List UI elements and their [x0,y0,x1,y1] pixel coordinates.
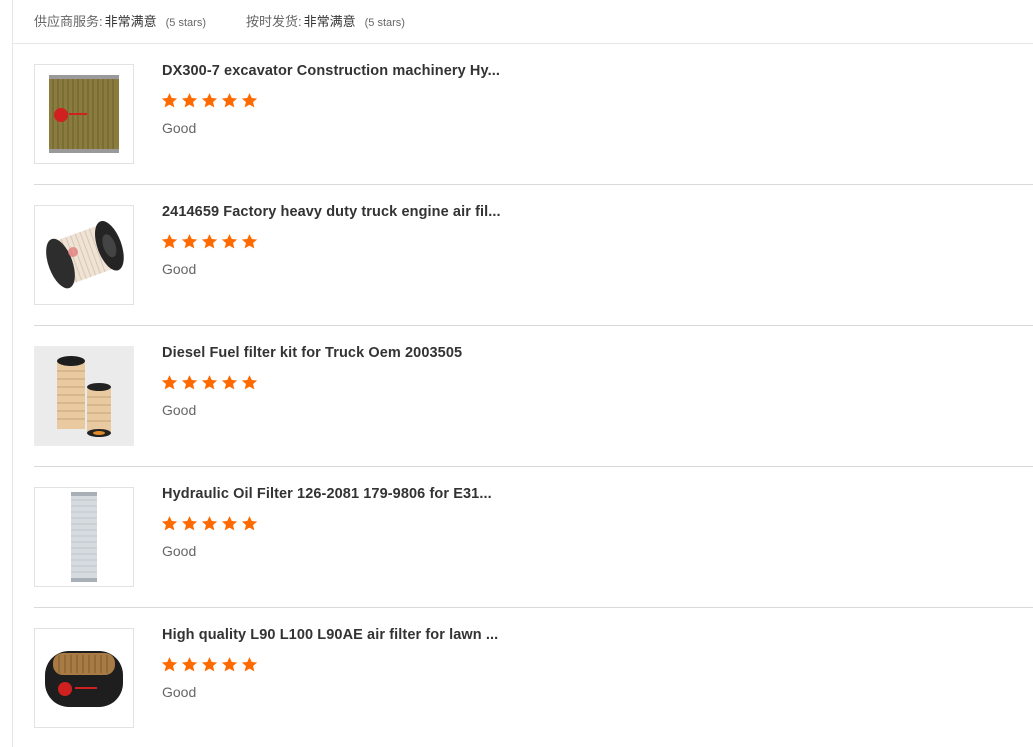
star-icon [201,93,218,108]
star-rating [161,515,258,532]
supplier-service-stars: (5 stars) [165,16,206,29]
supplier-service-value: 非常满意 [104,13,157,29]
star-icon [161,375,178,390]
star-icon [181,234,198,249]
review-item: DX300-7 excavator Construction machinery… [34,44,1033,185]
cylindrical-paper-filter-icon [49,75,119,153]
star-icon [241,234,258,249]
review-item: High quality L90 L100 L90AE air filter f… [34,608,1033,747]
supplier-service-label: 供应商服务: [34,13,103,29]
star-icon [241,375,258,390]
review-list: DX300-7 excavator Construction machinery… [34,44,1033,747]
product-title[interactable]: High quality L90 L100 L90AE air filter f… [162,627,498,643]
product-thumbnail[interactable] [34,628,134,728]
star-rating [161,374,258,391]
star-icon [241,93,258,108]
overall-ratings: 供应商服务: 非常满意 (5 stars) 按时发货: 非常满意 (5 star… [34,10,445,30]
product-thumbnail[interactable] [34,205,134,305]
supplier-service-rating: 供应商服务: 非常满意 (5 stars) [34,11,206,30]
review-item: Hydraulic Oil Filter 126-2081 179-9806 f… [34,467,1033,608]
star-icon [221,516,238,531]
product-thumbnail[interactable] [34,346,134,446]
star-icon [161,93,178,108]
star-icon [221,93,238,108]
on-time-shipment-label: 按时发货: [245,13,302,29]
review-comment: Good [162,684,197,700]
review-item: 2414659 Factory heavy duty truck engine … [34,185,1033,326]
star-icon [181,93,198,108]
star-icon [161,657,178,672]
left-divider [12,0,13,747]
on-time-shipment-value: 非常满意 [303,13,356,29]
oval-air-filter-icon [45,651,123,707]
product-title[interactable]: Diesel Fuel filter kit for Truck Oem 200… [162,345,462,361]
star-icon [161,234,178,249]
mesh-hydraulic-filter-icon [71,492,97,582]
fuel-filter-kit-icon [35,347,133,445]
star-rating [161,656,258,673]
star-icon [201,657,218,672]
star-icon [161,516,178,531]
star-icon [221,234,238,249]
on-time-shipment-stars: (5 stars) [364,16,405,29]
star-icon [221,657,238,672]
on-time-shipment-rating: 按时发货: 非常满意 (5 stars) [246,11,405,30]
product-title[interactable]: Hydraulic Oil Filter 126-2081 179-9806 f… [162,486,492,502]
review-page: 供应商服务: 非常满意 (5 stars) 按时发货: 非常满意 (5 star… [0,0,1033,747]
product-title[interactable]: 2414659 Factory heavy duty truck engine … [162,204,501,220]
star-icon [241,516,258,531]
review-comment: Good [162,402,197,418]
star-icon [181,657,198,672]
star-rating [161,92,258,109]
star-icon [201,375,218,390]
product-thumbnail[interactable] [34,64,134,164]
product-thumbnail[interactable] [34,487,134,587]
star-icon [201,516,218,531]
star-icon [221,375,238,390]
review-comment: Good [162,120,197,136]
star-rating [161,233,258,250]
air-filter-cartridge-icon [46,220,124,289]
star-icon [181,516,198,531]
product-title[interactable]: DX300-7 excavator Construction machinery… [162,63,500,79]
star-icon [201,234,218,249]
star-icon [181,375,198,390]
review-comment: Good [162,261,197,277]
review-item: Diesel Fuel filter kit for Truck Oem 200… [34,326,1033,467]
review-comment: Good [162,543,197,559]
star-icon [241,657,258,672]
